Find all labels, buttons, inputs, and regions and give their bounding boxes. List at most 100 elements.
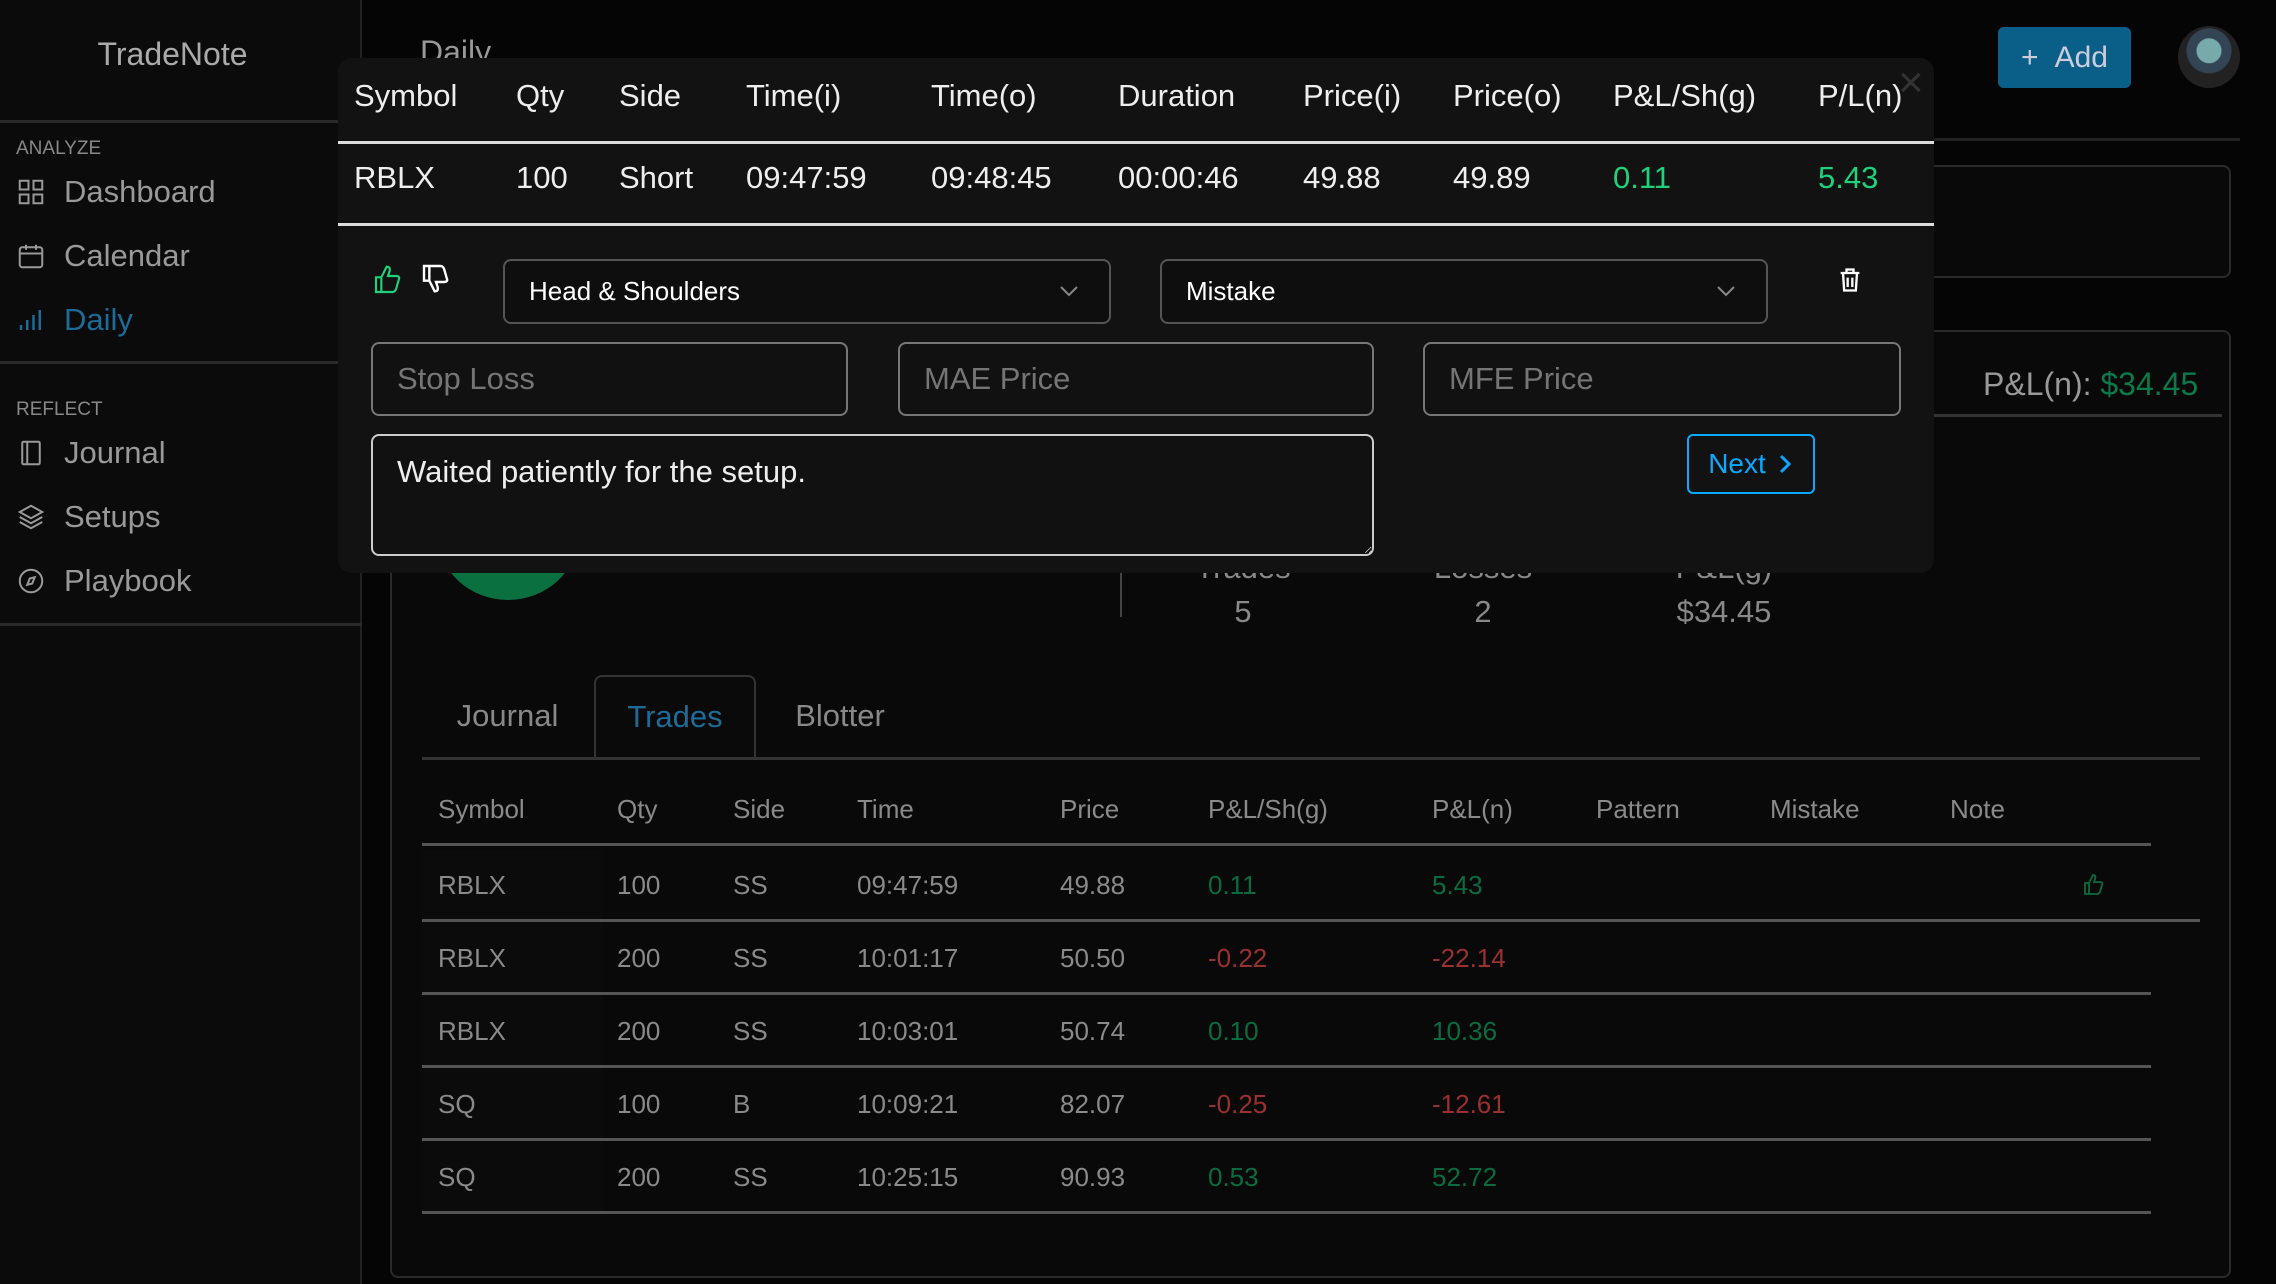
table-cell: RBLX [438, 870, 506, 900]
note-textarea[interactable]: Waited patiently for the setup. [371, 434, 1374, 556]
table-cell: 0.53 [1208, 1162, 1259, 1192]
tab-blotter[interactable]: Blotter [775, 675, 905, 757]
table-row[interactable]: SQ 100 B 10:09:21 82.07 -0.25 -12.61 [422, 1068, 2151, 1141]
modal-cell: RBLX [354, 160, 435, 195]
table-cell: -12.61 [1432, 1089, 1506, 1119]
modal-cell: 09:48:45 [931, 160, 1052, 195]
modal-col-header: Duration [1118, 78, 1236, 113]
column-header[interactable]: Note [1950, 773, 2005, 846]
mae-price-input[interactable] [898, 342, 1374, 416]
table-cell: SQ [438, 1162, 476, 1192]
sidebar-item-label: Playbook [64, 563, 192, 598]
sidebar-item-setups[interactable]: Setups [16, 499, 161, 535]
column-header[interactable]: P&L/Sh(g) [1208, 773, 1328, 846]
next-button[interactable]: Next [1687, 434, 1815, 494]
sidebar-item-label: Calendar [64, 238, 190, 273]
avatar[interactable] [2178, 26, 2240, 88]
column-header[interactable]: Qty [617, 773, 657, 846]
thumbs-up-icon[interactable] [372, 264, 404, 296]
book-icon [21, 440, 41, 466]
column-header[interactable]: P&L(n) [1432, 773, 1513, 846]
pattern-select[interactable]: Head & Shoulders [503, 259, 1111, 324]
table-cell: 0.10 [1208, 1016, 1259, 1046]
table-cell: 90.93 [1060, 1162, 1126, 1192]
modal-cell: 0.11 [1613, 160, 1672, 195]
modal-col-header: P&L/Sh(g) [1613, 78, 1757, 113]
table-cell: 50.74 [1060, 1016, 1126, 1046]
column-header[interactable]: Side [733, 773, 785, 846]
table-cell: 49.88 [1060, 870, 1126, 900]
table-row[interactable]: RBLX 200 SS 10:01:17 50.50 -0.22 -22.14 [422, 922, 2151, 995]
table-cell: 100 [617, 870, 661, 900]
sidebar-item-label: Setups [64, 499, 161, 534]
modal-col-header: Price(i) [1303, 78, 1402, 113]
table-cell: SS [733, 870, 768, 900]
table-cell: 82.07 [1060, 1089, 1126, 1119]
column-header[interactable]: Pattern [1596, 773, 1680, 846]
table-cell: 10:09:21 [857, 1089, 959, 1119]
table-row[interactable]: RBLX 100 SS 09:47:59 49.88 0.11 5.43 [422, 849, 2200, 922]
section-analyze: ANALYZE [16, 138, 102, 159]
sidebar-item-journal[interactable]: Journal [16, 435, 166, 471]
sidebar-item-playbook[interactable]: Playbook [16, 563, 192, 599]
table-cell: 09:47:59 [857, 870, 959, 900]
table-cell: 10:25:15 [857, 1162, 959, 1192]
plus-icon: + [2021, 40, 2039, 74]
trade-modal: × Symbol RBLX Qty 100 Side Short Time(i) 09:47:… [338, 58, 1934, 573]
calendar-icon [18, 244, 44, 269]
sidebar-item-dashboard[interactable]: Dashboard [16, 174, 216, 210]
modal-col-header: P/L(n) [1818, 78, 1903, 113]
sidebar-item-label: Dashboard [64, 174, 216, 209]
grid-icon [18, 179, 44, 205]
sidebar-item-calendar[interactable]: Calendar [16, 238, 190, 274]
modal-cell: 49.89 [1453, 160, 1531, 195]
table-cell: 5.43 [1432, 870, 1483, 900]
bar-chart-icon [19, 310, 41, 330]
sidebar-item-daily[interactable]: Daily [16, 302, 133, 338]
table-header: Symbol Qty Side Time Price P&L/Sh(g) P&L(n) Pat… [422, 773, 2151, 846]
section-reflect: REFLECT [16, 399, 103, 420]
divider [338, 141, 1934, 144]
divider [0, 361, 362, 364]
sidebar: TradeNote ANALYZE Dashboard Calendar Dai… [0, 0, 362, 1284]
table-cell: SQ [438, 1089, 476, 1119]
modal-col-header: Price(o) [1453, 78, 1562, 113]
modal-col-header: Time(o) [931, 78, 1037, 113]
column-header[interactable]: Symbol [438, 773, 525, 846]
add-button[interactable]: + Add [1998, 27, 2131, 88]
add-label: Add [2054, 40, 2108, 74]
table-cell: 200 [617, 1162, 661, 1192]
table-row[interactable]: SQ 200 SS 10:25:15 90.93 0.53 52.72 [422, 1141, 2151, 1214]
table-cell: 200 [617, 943, 661, 973]
table-cell: B [733, 1089, 751, 1119]
tab-journal[interactable]: Journal [440, 675, 575, 757]
modal-cell: 5.43 [1818, 160, 1879, 195]
column-header[interactable]: Mistake [1770, 773, 1860, 846]
table-cell: -22.14 [1432, 943, 1506, 973]
column-header[interactable]: Price [1060, 773, 1119, 846]
modal-cell: 09:47:59 [746, 160, 867, 195]
brand-logo: TradeNote [97, 36, 248, 72]
mfe-price-input[interactable] [1423, 342, 1901, 416]
sidebar-item-label: Journal [64, 435, 166, 470]
chevron-down-icon [1717, 286, 1735, 297]
tab-trades[interactable]: Trades [594, 675, 756, 757]
table-cell: RBLX [438, 943, 506, 973]
chevron-right-icon [1779, 454, 1791, 474]
table-cell: -0.25 [1208, 1089, 1268, 1119]
stop-loss-input[interactable] [371, 342, 848, 416]
modal-col-header: Time(i) [746, 78, 842, 113]
mistake-select[interactable]: Mistake [1160, 259, 1768, 324]
thumbs-down-icon[interactable] [420, 262, 452, 294]
divider [338, 223, 1934, 226]
modal-col-header: Side [619, 78, 682, 113]
table-row[interactable]: RBLX 200 SS 10:03:01 50.74 0.10 10.36 [422, 995, 2151, 1068]
table-cell: RBLX [438, 1016, 506, 1046]
layers-icon [17, 504, 45, 530]
table-cell: -0.22 [1208, 943, 1268, 973]
divider [0, 623, 362, 626]
net-pnl-value: $34.45 [2100, 366, 2199, 402]
column-header[interactable]: Time [857, 773, 914, 846]
divider [0, 120, 362, 123]
trash-icon[interactable] [1836, 264, 1864, 296]
